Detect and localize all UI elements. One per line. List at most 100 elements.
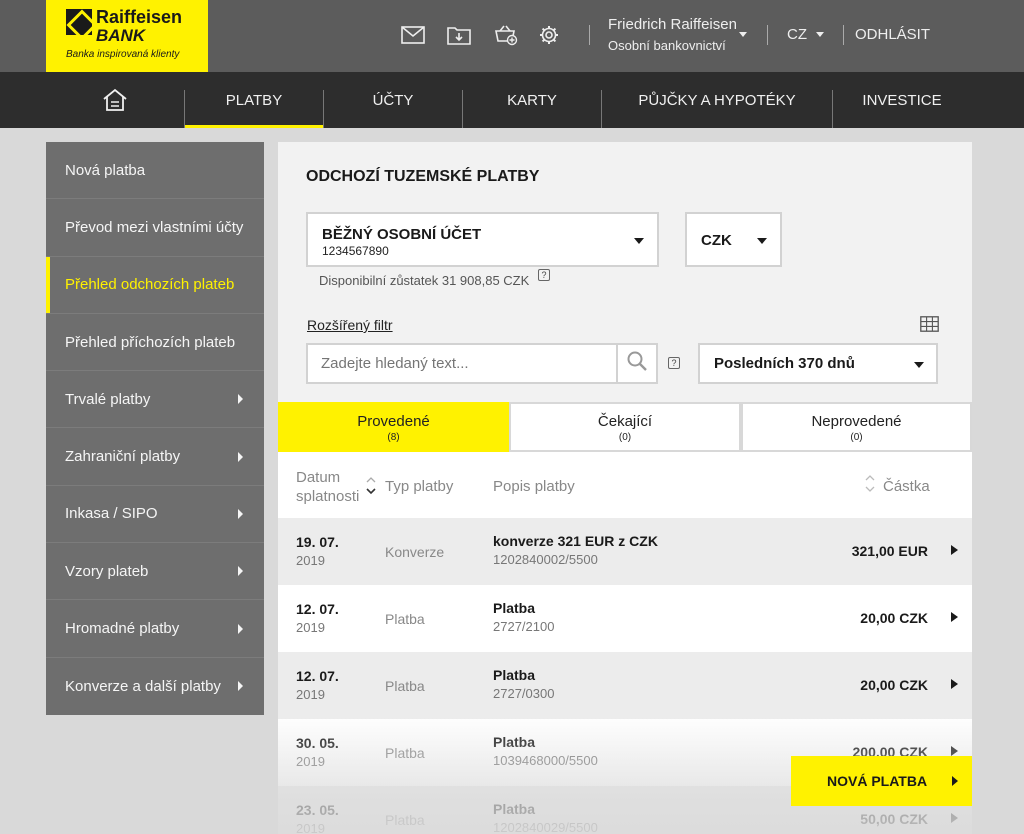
row-description: Platba bbox=[493, 667, 536, 683]
currency-select[interactable]: CZK bbox=[685, 212, 782, 267]
tab-count: (0) bbox=[618, 432, 632, 443]
row-year: 2019 bbox=[296, 821, 325, 834]
period-select[interactable]: Posledních 370 dnů bbox=[698, 343, 938, 384]
column-header-amount[interactable]: Částka bbox=[883, 478, 930, 495]
gear-icon[interactable] bbox=[536, 22, 562, 48]
help-icon[interactable]: ? bbox=[538, 269, 550, 281]
sort-icon[interactable] bbox=[865, 474, 875, 492]
row-description: konverze 321 EUR z CZK bbox=[493, 533, 658, 549]
row-reference: 1202840029/5500 bbox=[493, 820, 598, 834]
basket-add-icon[interactable] bbox=[493, 22, 519, 48]
user-name: Friedrich Raiffeisen bbox=[608, 16, 737, 33]
chevron-right-icon[interactable] bbox=[951, 679, 958, 689]
row-year: 2019 bbox=[296, 687, 325, 702]
new-payment-button[interactable]: NOVÁ PLATBA bbox=[791, 756, 972, 806]
row-type: Platba bbox=[385, 745, 425, 761]
sidebar-item-label: Přehled příchozích plateb bbox=[65, 333, 236, 351]
column-header-date-line2: splatnosti bbox=[296, 488, 360, 505]
sidebar-item-konverze[interactable]: Konverze a další platby bbox=[46, 658, 264, 715]
column-header-description[interactable]: Popis platby bbox=[493, 478, 575, 495]
sidebar-item-hromadne[interactable]: Hromadné platby bbox=[46, 600, 264, 658]
chevron-down-icon bbox=[757, 238, 767, 244]
search-icon bbox=[626, 350, 648, 377]
column-header-date[interactable]: Datum splatnosti bbox=[296, 468, 359, 506]
sidebar-item-label: Vzory plateb bbox=[65, 562, 149, 580]
row-date: 23. 05. bbox=[296, 802, 339, 818]
account-select[interactable]: BĚŽNÝ OSOBNÍ ÚČET 1234567890 bbox=[306, 212, 659, 267]
help-icon[interactable]: ? bbox=[668, 357, 680, 369]
chevron-right-icon[interactable] bbox=[951, 746, 958, 756]
table-header: Datum splatnosti Typ platby Popis platby… bbox=[278, 452, 972, 518]
nav-item-ucty[interactable]: ÚČTY bbox=[324, 72, 462, 128]
logo-slogan: Banka inspirovaná klienty bbox=[66, 49, 180, 60]
user-segment: Osobní bankovnictví bbox=[608, 38, 726, 53]
language-selector[interactable]: CZ bbox=[787, 26, 807, 43]
column-header-type[interactable]: Typ platby bbox=[385, 478, 453, 495]
table-view-icon[interactable] bbox=[920, 316, 939, 337]
row-type: Platba bbox=[385, 678, 425, 694]
chevron-down-icon bbox=[914, 362, 924, 368]
search-field[interactable] bbox=[306, 343, 658, 384]
sidebar-item-prichozi-platby[interactable]: Přehled příchozích plateb bbox=[46, 314, 264, 372]
tab-provedene[interactable]: Provedené (8) bbox=[278, 402, 509, 452]
sidebar-item-label: Přehled odchozích plateb bbox=[65, 276, 235, 294]
search-input[interactable] bbox=[308, 345, 616, 382]
home-icon[interactable] bbox=[90, 72, 140, 128]
chevron-down-icon bbox=[634, 238, 644, 244]
header-divider bbox=[589, 25, 590, 45]
nav-item-investice[interactable]: INVESTICE bbox=[833, 72, 971, 128]
available-balance: Disponibilní zůstatek 31 908,85 CZK bbox=[319, 273, 530, 288]
chevron-down-icon[interactable] bbox=[739, 32, 747, 37]
sidebar-item-vzory[interactable]: Vzory plateb bbox=[46, 543, 264, 601]
row-reference: 2727/0300 bbox=[493, 686, 555, 701]
mail-icon[interactable] bbox=[400, 22, 426, 48]
chevron-right-icon bbox=[238, 566, 243, 577]
sidebar-item-label: Hromadné platby bbox=[65, 620, 180, 638]
table-row[interactable]: 12. 07. 2019 Platba Platba 2727/2100 20,… bbox=[278, 585, 972, 652]
chevron-right-icon[interactable] bbox=[951, 813, 958, 823]
row-reference: 1039468000/5500 bbox=[493, 753, 598, 768]
nav-item-pujcky[interactable]: PŮJČKY A HYPOTÉKY bbox=[602, 72, 832, 128]
row-date: 12. 07. bbox=[296, 668, 339, 684]
sidebar-item-inkasa[interactable]: Inkasa / SIPO bbox=[46, 486, 264, 544]
chevron-right-icon bbox=[238, 623, 243, 634]
chevron-right-icon[interactable] bbox=[951, 545, 958, 555]
tab-count: (0) bbox=[850, 432, 863, 443]
table-row[interactable]: 12. 07. 2019 Platba Platba 2727/0300 20,… bbox=[278, 652, 972, 719]
sidebar-item-label: Konverze a další platby bbox=[65, 677, 221, 695]
tab-neprovedene[interactable]: Neprovedené (0) bbox=[741, 402, 972, 452]
chevron-right-icon bbox=[238, 394, 243, 405]
row-reference: 2727/2100 bbox=[493, 619, 555, 634]
bank-logo[interactable]: Raiffeisen BANK Banka inspirovaná klient… bbox=[46, 0, 208, 72]
sidebar-item-label: Převod mezi vlastními účty bbox=[65, 218, 244, 236]
sidebar-item-prevod[interactable]: Převod mezi vlastními účty bbox=[46, 199, 264, 257]
search-button[interactable] bbox=[616, 345, 656, 382]
sidebar-item-label: Zahraniční platby bbox=[65, 448, 181, 466]
sidebar-item-odchozi-platby[interactable]: Přehled odchozích plateb bbox=[46, 256, 264, 314]
tab-cekajici[interactable]: Čekající (0) bbox=[509, 402, 741, 452]
nav-item-platby[interactable]: PLATBY bbox=[185, 72, 323, 128]
row-year: 2019 bbox=[296, 754, 325, 769]
chevron-down-icon[interactable] bbox=[816, 32, 824, 37]
logout-link[interactable]: ODHLÁSIT bbox=[855, 26, 930, 43]
user-menu[interactable]: Friedrich Raiffeisen Osobní bankovnictví bbox=[608, 14, 737, 56]
row-amount: 321,00 EUR bbox=[851, 543, 928, 559]
row-date: 19. 07. bbox=[296, 534, 339, 550]
advanced-filter-link[interactable]: Rozšířený filtr bbox=[307, 317, 393, 333]
sidebar-item-label: Nová platba bbox=[65, 161, 146, 179]
sidebar-item-zahranicni-platby[interactable]: Zahraniční platby bbox=[46, 428, 264, 486]
new-payment-label: NOVÁ PLATBA bbox=[827, 773, 928, 789]
sidebar-item-trvale-platby[interactable]: Trvalé platby bbox=[46, 371, 264, 429]
row-year: 2019 bbox=[296, 620, 325, 635]
nav-item-karty[interactable]: KARTY bbox=[463, 72, 601, 128]
sidebar: Nová platba Převod mezi vlastními účty P… bbox=[46, 142, 264, 715]
row-type: Platba bbox=[385, 611, 425, 627]
row-year: 2019 bbox=[296, 553, 325, 568]
sidebar-item-nova-platba[interactable]: Nová platba bbox=[46, 142, 264, 200]
download-icon[interactable] bbox=[446, 22, 472, 48]
row-amount: 50,00 CZK bbox=[860, 811, 928, 827]
chevron-right-icon[interactable] bbox=[951, 612, 958, 622]
sort-icon[interactable] bbox=[366, 476, 376, 495]
table-row[interactable]: 19. 07. 2019 Konverze konverze 321 EUR z… bbox=[278, 518, 972, 585]
tab-count: (8) bbox=[387, 432, 400, 443]
